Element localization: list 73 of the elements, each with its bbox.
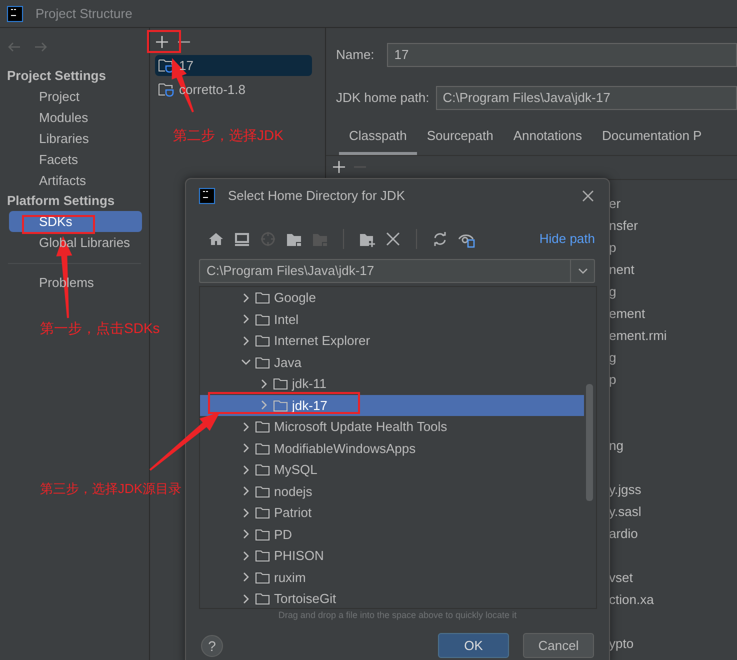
- tab[interactable]: Documentation P: [592, 126, 712, 154]
- tree-item[interactable]: jdk-17: [200, 394, 584, 416]
- help-button[interactable]: ?: [201, 634, 223, 656]
- list-item: ement.rmi: [609, 326, 668, 344]
- folder-name: nodejs: [274, 482, 312, 501]
- sidebar-item[interactable]: Project: [9, 86, 142, 107]
- list-item: y.sasl: [609, 502, 642, 521]
- folder-name: ModifiableWindowsApps: [274, 440, 416, 458]
- sidebar-item[interactable]: Artifacts: [9, 170, 142, 191]
- list-item: ction.xa: [609, 590, 655, 608]
- tree-item[interactable]: Internet Explorer: [200, 330, 584, 352]
- tree-item[interactable]: Google: [200, 287, 584, 308]
- hide-path-link[interactable]: Hide path: [539, 229, 595, 249]
- section-heading: Project Settings: [6, 67, 107, 85]
- tree-item[interactable]: ruxim: [200, 566, 584, 588]
- tree-item[interactable]: Patriot: [200, 502, 584, 524]
- sidebar-item[interactable]: SDKs: [9, 211, 142, 232]
- path-field[interactable]: C:\Program Files\Java\jdk-17: [436, 86, 737, 110]
- folder-name: Internet Explorer: [274, 332, 370, 350]
- folder-name: PD: [274, 526, 292, 544]
- field-label: Name:: [336, 46, 374, 64]
- list-item: vset: [609, 568, 634, 586]
- folder-name: jdk-11: [292, 375, 326, 393]
- list-item: nsfer: [609, 216, 639, 234]
- annotation-text: 第三步，选择JDK源目录: [40, 480, 182, 498]
- list-item: p: [609, 238, 618, 257]
- annotation-text: 第二步，选择JDK: [173, 126, 284, 145]
- list-item: y.jgss: [609, 480, 642, 499]
- sdk-item[interactable]: 17: [155, 55, 312, 76]
- sidebar-item[interactable]: Facets: [9, 149, 142, 170]
- folder-name: ruxim: [274, 568, 306, 586]
- tree-item[interactable]: nodejs: [200, 480, 584, 502]
- list-item: ypto: [609, 634, 635, 653]
- tree-item[interactable]: PHISON: [200, 545, 584, 566]
- field-label: JDK home path:: [336, 89, 430, 108]
- section-heading: Platform Settings: [6, 192, 116, 210]
- list-item: ardio: [609, 524, 639, 542]
- tree-item[interactable]: MySQL: [200, 459, 584, 480]
- sdk-name: 17: [179, 56, 194, 75]
- tree-item[interactable]: TortoiseGit: [200, 588, 584, 608]
- path-combo[interactable]: C:\Program Files\Java\jdk-17: [199, 259, 595, 283]
- folder-name: Java: [274, 354, 302, 372]
- window-title: Project Structure: [36, 4, 132, 23]
- list-item: p: [609, 370, 618, 389]
- annotation-text: 第一步，点击SDKs: [40, 319, 160, 338]
- list-item: ng: [609, 436, 624, 455]
- folder-name: jdk-17: [292, 396, 328, 414]
- tree-item[interactable]: Microsoft Update Health Tools: [200, 416, 584, 438]
- list-item: nent: [609, 260, 636, 278]
- folder-name: Microsoft Update Health Tools: [274, 418, 448, 436]
- ok-button[interactable]: OK: [438, 633, 509, 658]
- path-value: C:\Program Files\Java\jdk-17: [206, 262, 376, 280]
- folder-name: Patriot: [274, 504, 312, 522]
- folder-name: MySQL: [274, 461, 318, 479]
- sidebar-item[interactable]: Libraries: [9, 128, 142, 149]
- folder-name: TortoiseGit: [274, 590, 336, 608]
- folder-name: Intel: [274, 310, 299, 328]
- tree-item[interactable]: ModifiableWindowsApps: [200, 438, 584, 459]
- list-item: er: [609, 194, 622, 212]
- tab[interactable]: Annotations: [503, 126, 592, 154]
- list-item: ement: [609, 304, 646, 322]
- tab[interactable]: Sourcepath: [416, 126, 504, 154]
- name-field[interactable]: 17: [387, 43, 737, 67]
- tree-item[interactable]: jdk-11: [200, 373, 584, 394]
- cancel-button[interactable]: Cancel: [523, 633, 594, 658]
- tree-item[interactable]: PD: [200, 524, 584, 545]
- tree-item[interactable]: Intel: [200, 308, 584, 330]
- tree-item[interactable]: Java: [200, 352, 584, 373]
- sidebar-item[interactable]: Modules: [9, 107, 142, 128]
- dialog-title: Select Home Directory for JDK: [228, 187, 406, 206]
- tab[interactable]: Classpath: [339, 126, 417, 154]
- folder-name: Google: [274, 289, 316, 307]
- folder-name: PHISON: [274, 547, 324, 565]
